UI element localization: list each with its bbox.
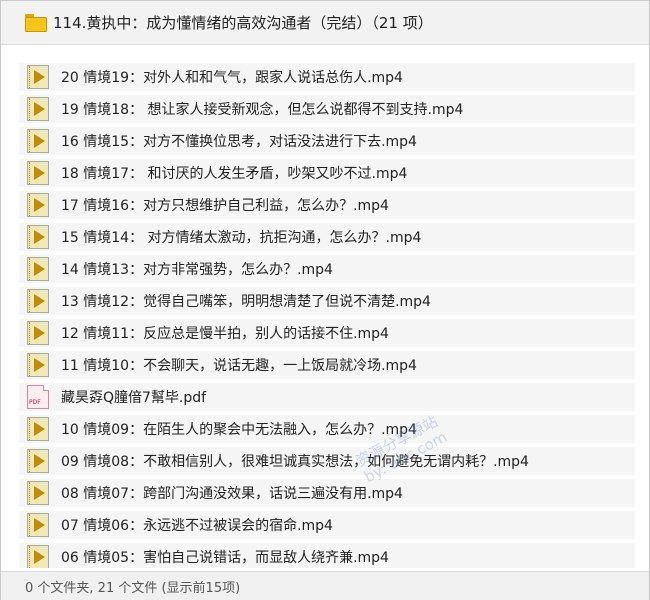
folder-icon [25, 13, 47, 32]
file-name: 14 情境13：对方非常强势，怎么办？.mp4 [61, 262, 333, 278]
file-row[interactable]: 20 情境19：对外人和和气气，跟家人说话总伤人.mp4 [19, 63, 635, 91]
video-file-icon [27, 321, 49, 345]
file-row[interactable]: 17 情境16：对方只想维护自己利益，怎么办？.mp4 [19, 191, 635, 219]
video-file-icon [27, 545, 49, 568]
file-row[interactable]: 11 情境10：不会聊天，说话无趣，一上饭局就冷场.mp4 [19, 351, 635, 379]
file-row[interactable]: 07 情境06：永远逃不过被误会的宿命.mp4 [19, 511, 635, 539]
video-file-icon [27, 289, 49, 313]
file-name: 19 情境18： 想让家人接受新观念，但怎么说都得不到支持.mp4 [61, 102, 464, 118]
pdf-file-icon: PDF [27, 385, 49, 409]
video-file-icon [27, 161, 49, 185]
file-row[interactable]: 10 情境09：在陌生人的聚会中无法融入，怎么办？.mp4 [19, 415, 635, 443]
file-name: 15 情境14： 对方情绪太激动，抗拒沟通，怎么办？.mp4 [61, 230, 422, 246]
file-row[interactable]: 19 情境18： 想让家人接受新观念，但怎么说都得不到支持.mp4 [19, 95, 635, 123]
file-list-window: 114.黄执中：成为懂情绪的高效沟通者（完结）（21 项） 20 情境19：对外… [0, 0, 650, 600]
file-row[interactable]: 08 情境07：跨部门沟通没效果，话说三遍没有用.mp4 [19, 479, 635, 507]
video-file-icon [27, 97, 49, 121]
file-row[interactable]: 13 情境12：觉得自己嘴笨，明明想清楚了但说不清楚.mp4 [19, 287, 635, 315]
file-name: 18 情境17： 和讨厌的人发生矛盾，吵架又吵不过.mp4 [61, 166, 408, 182]
video-file-icon [27, 449, 49, 473]
status-bar: 0 个文件夹, 21 个文件 (显示前15项) [1, 571, 649, 600]
video-file-icon [27, 225, 49, 249]
file-name: 11 情境10：不会聊天，说话无趣，一上饭局就冷场.mp4 [61, 358, 417, 374]
video-file-icon [27, 193, 49, 217]
file-name: 10 情境09：在陌生人的聚会中无法融入，怎么办？.mp4 [61, 422, 417, 438]
video-file-icon [27, 481, 49, 505]
file-name: 06 情境05：害怕自己说错话，而显敌人绕齐兼.mp4 [61, 550, 389, 566]
file-row[interactable]: 15 情境14： 对方情绪太激动，抗拒沟通，怎么办？.mp4 [19, 223, 635, 251]
file-name: 12 情境11：反应总是慢半拍，别人的话接不住.mp4 [61, 326, 389, 342]
file-name: 17 情境16：对方只想维护自己利益，怎么办？.mp4 [61, 198, 389, 214]
file-name: 藏昊孬Q膧偣7幫毕.pdf [61, 390, 207, 406]
video-file-icon [27, 417, 49, 441]
file-list: 20 情境19：对外人和和气气，跟家人说话总伤人.mp4 19 情境18： 想让家… [19, 63, 635, 568]
file-row[interactable]: 14 情境13：对方非常强势，怎么办？.mp4 [19, 255, 635, 283]
file-row[interactable]: 12 情境11：反应总是慢半拍，别人的话接不住.mp4 [19, 319, 635, 347]
video-file-icon [27, 513, 49, 537]
file-row[interactable]: 18 情境17： 和讨厌的人发生矛盾，吵架又吵不过.mp4 [19, 159, 635, 187]
video-file-icon [27, 129, 49, 153]
status-text: 0 个文件夹, 21 个文件 (显示前15项) [25, 580, 241, 596]
title-bar: 114.黄执中：成为懂情绪的高效沟通者（完结）（21 项） [1, 1, 649, 45]
file-name: 07 情境06：永远逃不过被误会的宿命.mp4 [61, 518, 333, 534]
video-file-icon [27, 65, 49, 89]
video-file-icon [27, 257, 49, 281]
file-name: 20 情境19：对外人和和气气，跟家人说话总伤人.mp4 [61, 70, 403, 86]
file-name: 16 情境15：对方不懂换位思考，对话没法进行下去.mp4 [61, 134, 417, 150]
file-row[interactable]: 16 情境15：对方不懂换位思考，对话没法进行下去.mp4 [19, 127, 635, 155]
folder-title: 114.黄执中：成为懂情绪的高效沟通者（完结）（21 项） [53, 14, 433, 32]
file-row[interactable]: 06 情境05：害怕自己说错话，而显敌人绕齐兼.mp4 [19, 543, 635, 568]
file-name: 08 情境07：跨部门沟通没效果，话说三遍没有用.mp4 [61, 486, 403, 502]
file-row[interactable]: PDF 藏昊孬Q膧偣7幫毕.pdf [19, 383, 635, 411]
file-name: 09 情境08：不敢相信别人，很难坦诚真实想法，如何避免无谓内耗？.mp4 [61, 454, 529, 470]
file-row[interactable]: 09 情境08：不敢相信别人，很难坦诚真实想法，如何避免无谓内耗？.mp4 [19, 447, 635, 475]
video-file-icon [27, 353, 49, 377]
file-name: 13 情境12：觉得自己嘴笨，明明想清楚了但说不清楚.mp4 [61, 294, 431, 310]
